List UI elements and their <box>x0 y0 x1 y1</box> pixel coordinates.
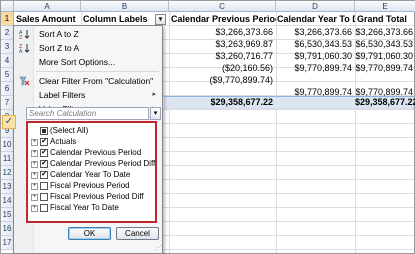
column-labels-filter-button[interactable]: ▾ <box>155 14 166 25</box>
expand-plus-icon[interactable]: + <box>31 204 38 212</box>
pivot-header-grand-total[interactable]: Grand Total <box>357 12 415 26</box>
calculation-filter-list[interactable]: (Select All) + ✔ Actuals + ✔ Calendar Previous… <box>26 121 157 223</box>
pivot-value-cell[interactable]: $3,260,716.77 <box>169 50 276 62</box>
filter-checkbox[interactable] <box>40 127 48 135</box>
cancel-button[interactable]: Cancel <box>116 227 159 240</box>
expand-plus-icon[interactable]: + <box>31 138 38 146</box>
filter-list-item[interactable]: + ✔ Calendar Previous Period <box>31 148 141 158</box>
resize-grip-icon[interactable]: ⋰ <box>155 244 413 252</box>
filter-list-item[interactable]: (Select All) <box>40 126 88 136</box>
filter-list-item[interactable]: + ✔ Calendar Previous Period Diff <box>31 159 155 169</box>
column-header-d[interactable]: D <box>276 1 355 12</box>
pivot-value-cell[interactable]: $6,530,343.53 <box>355 38 415 50</box>
pivot-value-cell[interactable] <box>276 74 355 86</box>
filter-item-label: Calendar Year To Date <box>50 170 131 179</box>
pivot-value-cell[interactable]: ($9,770,899.74) <box>169 74 276 86</box>
filter-applied-check-icon: ✓ <box>2 115 16 129</box>
pivot-column-labels-header[interactable]: Column Labels <box>83 12 155 26</box>
ok-button[interactable]: OK <box>68 227 111 240</box>
label-filters-label: Label Filters <box>39 90 86 100</box>
pivot-value-cell[interactable]: ($20,160.56) <box>169 62 276 74</box>
column-header-c[interactable]: C <box>169 1 276 12</box>
expand-plus-icon[interactable]: + <box>31 149 38 157</box>
filter-item-label: (Select All) <box>50 126 89 135</box>
svg-text:A: A <box>19 49 23 53</box>
select-all-corner[interactable] <box>1 1 14 12</box>
pivot-value-cell[interactable]: $9,770,899.74 <box>355 62 415 74</box>
sort-a-to-z-item[interactable]: AZ Sort A to Z <box>14 27 162 41</box>
clear-filter-icon <box>19 76 30 86</box>
pivot-value-cell[interactable]: $3,266,373.66 <box>169 26 276 38</box>
pivot-value-cell[interactable]: $9,770,899.74 <box>276 62 355 74</box>
filter-checkbox[interactable] <box>40 182 48 190</box>
search-dropdown-icon[interactable]: ▾ <box>150 107 161 120</box>
filter-item-label: Fiscal Year To Date <box>50 203 119 212</box>
filter-item-label: Calendar Previous Period Diff <box>50 159 156 168</box>
filter-checkbox[interactable]: ✔ <box>40 138 48 146</box>
pivot-value-cell[interactable]: $3,263,969.87 <box>169 38 276 50</box>
sort-ascending-icon: AZ <box>19 29 30 41</box>
filter-list-item[interactable]: + Fiscal Previous Period <box>31 181 130 191</box>
pivot-value-cell[interactable]: $3,266,373.66 <box>355 26 415 38</box>
filter-list-item[interactable]: + ✔ Calendar Year To Date <box>31 170 130 180</box>
pivot-value-cell[interactable]: $3,266,373.66 <box>276 26 355 38</box>
filter-checkbox[interactable] <box>40 193 48 201</box>
filter-checkbox[interactable] <box>40 204 48 212</box>
filter-item-label: Calendar Previous Period <box>50 148 142 157</box>
total-cal-prev-diff[interactable]: $29,358,677.22 <box>169 96 276 109</box>
expand-plus-icon[interactable]: + <box>31 193 38 201</box>
pivot-value-cell[interactable]: $9,791,060.30 <box>276 50 355 62</box>
sort-a-to-z-label: Sort A to Z <box>39 29 79 39</box>
sort-z-to-a-item[interactable]: ZA Sort Z to A <box>14 41 162 55</box>
search-calculation-input[interactable]: Search Calculation <box>26 107 149 120</box>
filter-list-item[interactable]: + Fiscal Previous Period Diff <box>31 192 144 202</box>
more-sort-options-label: More Sort Options... <box>39 57 116 67</box>
filter-item-label: Fiscal Previous Period <box>50 181 130 190</box>
clear-filter-label: Clear Filter From "Calculation" <box>39 76 154 86</box>
column-header-b[interactable]: B <box>81 1 169 12</box>
pivot-header-cal-ytd[interactable]: Calendar Year To Date <box>277 12 355 26</box>
pivot-header-cal-prev-diff[interactable]: Calendar Previous Period Diff <box>171 12 276 26</box>
clear-filter-item[interactable]: Clear Filter From "Calculation" <box>14 74 162 88</box>
column-header-a[interactable]: A <box>14 1 81 12</box>
expand-plus-icon[interactable]: + <box>31 160 38 168</box>
label-filters-item[interactable]: Label Filters ▸ <box>14 88 162 102</box>
column-header-e[interactable]: E <box>355 1 415 12</box>
sort-z-to-a-label: Sort Z to A <box>39 43 80 53</box>
svg-text:Z: Z <box>19 35 23 39</box>
filter-checkbox[interactable]: ✔ <box>40 149 48 157</box>
submenu-arrow-icon: ▸ <box>152 91 156 98</box>
pivot-values-header[interactable]: Sales Amount <box>16 12 80 26</box>
filter-checkbox[interactable]: ✔ <box>40 171 48 179</box>
filter-list-item[interactable]: + ✔ Actuals <box>31 137 76 147</box>
filter-list-item[interactable]: + Fiscal Year To Date <box>31 203 119 213</box>
more-sort-options-item[interactable]: More Sort Options... <box>14 55 162 69</box>
pivot-value-cell[interactable]: $6,530,343.53 <box>276 38 355 50</box>
pivot-value-cell[interactable] <box>355 74 415 86</box>
expand-plus-icon[interactable]: + <box>31 182 38 190</box>
menu-separator <box>36 71 159 72</box>
pivot-value-cell[interactable]: $9,791,060.30 <box>355 50 415 62</box>
filter-item-label: Actuals <box>50 137 77 146</box>
sort-descending-icon: ZA <box>19 43 30 55</box>
expand-plus-icon[interactable]: + <box>31 171 38 179</box>
filter-checkbox[interactable]: ✔ <box>40 160 48 168</box>
filter-item-label: Fiscal Previous Period Diff <box>50 192 144 201</box>
row-header[interactable]: 1 <box>1 12 14 26</box>
grand-total[interactable]: $29,358,677.22 <box>355 96 415 109</box>
